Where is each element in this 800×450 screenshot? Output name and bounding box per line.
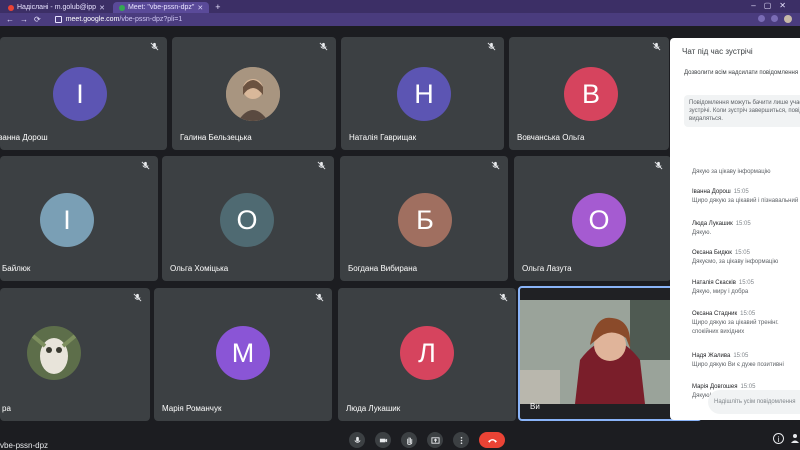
camera-icon: [379, 438, 387, 442]
tab-title: Meet: "vbe-pssn-dpz": [127, 4, 195, 11]
participant-tile[interactable]: І Іванна Дорош: [0, 37, 167, 150]
chat-message: Надя Жалива 15:05 Щиро дякую Ви є дуже по…: [692, 353, 784, 368]
lock-icon: [54, 16, 62, 23]
chat-message: Оксана Стадник 15:05 Щиро дякую за цікави…: [692, 311, 779, 335]
url-path: /vbe-pssn-dpz?pli=1: [119, 16, 183, 23]
mic-icon: [353, 436, 361, 443]
raise-hand-button[interactable]: [401, 432, 417, 448]
participant-name: Вовчанська Ольга: [517, 133, 585, 142]
chat-title: Чат під час зустрічі: [682, 47, 753, 56]
info-icon[interactable]: i: [773, 433, 784, 444]
more-options-icon: [460, 436, 462, 444]
chat-message: Наталія Скасків 15:05 Дякую, миру і добра: [692, 280, 754, 295]
mic-off-icon: [315, 293, 324, 302]
participant-tile[interactable]: Б Богдана Вибирана: [340, 156, 508, 281]
extension-icon[interactable]: [771, 15, 778, 22]
mic-button[interactable]: [349, 432, 365, 448]
leave-call-icon: [487, 438, 497, 443]
browser-tab-meet[interactable]: Meet: "vbe-pssn-dpz" ✕: [112, 2, 210, 13]
bookmark-icon[interactable]: [758, 15, 765, 22]
mic-off-icon: [491, 161, 500, 170]
participant-name: Люда Лукашик: [346, 404, 401, 413]
chat-message: Іванна Дорош 15:05 Щиро дякую за цікавий …: [692, 189, 799, 204]
participant-name: Ви: [530, 402, 540, 411]
participant-tile[interactable]: О Ольга Лазута: [514, 156, 671, 281]
participant-tile[interactable]: Галина Бельзецька: [172, 37, 336, 150]
avatar: Б: [398, 193, 452, 247]
tab-title: Надіслані - m.golub@ipp: [17, 4, 97, 11]
people-icon[interactable]: [790, 433, 800, 444]
present-icon: [430, 436, 440, 444]
avatar: Н: [397, 67, 451, 121]
window-controls[interactable]: –▢✕: [751, 1, 794, 10]
camera-button[interactable]: [375, 432, 391, 448]
address-bar[interactable]: ←→⟳ meet.google.com /vbe-pssn-dpz?pli=1: [0, 13, 800, 26]
participant-name: Марія Романчук: [162, 404, 222, 413]
participant-name: Іванна Дорош: [0, 133, 48, 142]
avatar: [27, 326, 81, 380]
participant-tile[interactable]: В Вовчанська Ольга: [509, 37, 669, 150]
chat-message: Дякую за цікаву інформацію: [692, 169, 771, 175]
participant-name: Ольга Хоміцька: [170, 264, 229, 273]
mic-off-icon: [487, 42, 496, 51]
meeting-code: vbe-pssn-dpz: [0, 441, 49, 450]
participant-tile[interactable]: ра: [0, 288, 150, 421]
meet-icon: [118, 4, 125, 11]
browser-tab-gmail[interactable]: Надіслані - m.golub@ipp ✕: [2, 2, 111, 13]
chat-panel: Чат під час зустрічі Дозволити всім надс…: [670, 38, 800, 420]
new-tab-button[interactable]: +: [215, 2, 220, 13]
participant-photo: [27, 326, 81, 380]
chat-input[interactable]: Надішліть усім повідомлення: [708, 390, 800, 414]
avatar: О: [572, 193, 626, 247]
profile-avatar[interactable]: [784, 15, 792, 23]
nav-buttons[interactable]: ←→⟳: [6, 15, 47, 24]
mic-off-icon: [319, 42, 328, 51]
raise-hand-icon: [406, 436, 412, 445]
mic-off-icon: [654, 161, 663, 170]
avatar: І: [40, 193, 94, 247]
chat-message: Оксана Бидюк 15:05 Дякуємо, за цікаву інф…: [692, 250, 779, 265]
participant-tile[interactable]: Н Наталія Гаврищак: [341, 37, 504, 150]
browser-tab-bar: Надіслані - m.golub@ipp ✕ Meet: "vbe-pss…: [0, 0, 800, 13]
participant-name: Байлюк: [2, 264, 31, 273]
close-icon[interactable]: ✕: [99, 4, 105, 12]
gmail-icon: [8, 4, 14, 11]
participant-tile[interactable]: М Марія Романчук: [154, 288, 332, 421]
present-button[interactable]: [427, 432, 443, 448]
participant-name: Богдана Вибирана: [348, 264, 418, 273]
mic-off-icon: [499, 293, 508, 302]
url-host: meet.google.com: [65, 16, 120, 23]
mic-off-icon: [133, 293, 142, 302]
avatar: [226, 67, 280, 121]
allow-messages-toggle[interactable]: Дозволити всім надсилати повідомлення: [684, 70, 798, 76]
avatar: Л: [400, 326, 454, 380]
mic-off-icon: [652, 42, 661, 51]
avatar: І: [53, 67, 107, 121]
participant-tile[interactable]: О Ольга Хоміцька: [162, 156, 334, 281]
avatar: О: [220, 193, 274, 247]
avatar: В: [564, 67, 618, 121]
participant-tile[interactable]: Л Люда Лукашик: [338, 288, 516, 421]
mic-off-icon: [317, 161, 326, 170]
chat-info-note: Повідомлення можуть бачити лише учасники…: [684, 95, 800, 127]
chat-message: Люда Лукашик 15:05 Дякую.: [692, 221, 751, 236]
participant-name: ра: [2, 404, 11, 413]
more-options-button[interactable]: [453, 432, 469, 448]
participant-name: Ольга Лазута: [522, 264, 572, 273]
extension-icons: [758, 15, 792, 23]
participant-tile[interactable]: І Байлюк: [0, 156, 158, 281]
leave-call-button[interactable]: [479, 432, 505, 448]
close-icon[interactable]: ✕: [197, 4, 203, 12]
mic-off-icon: [150, 42, 159, 51]
participant-photo: [226, 67, 280, 121]
participant-name: Наталія Гаврищак: [349, 133, 417, 142]
mic-off-icon: [141, 161, 150, 170]
participant-name: Галина Бельзецька: [180, 133, 252, 142]
avatar: М: [216, 326, 270, 380]
